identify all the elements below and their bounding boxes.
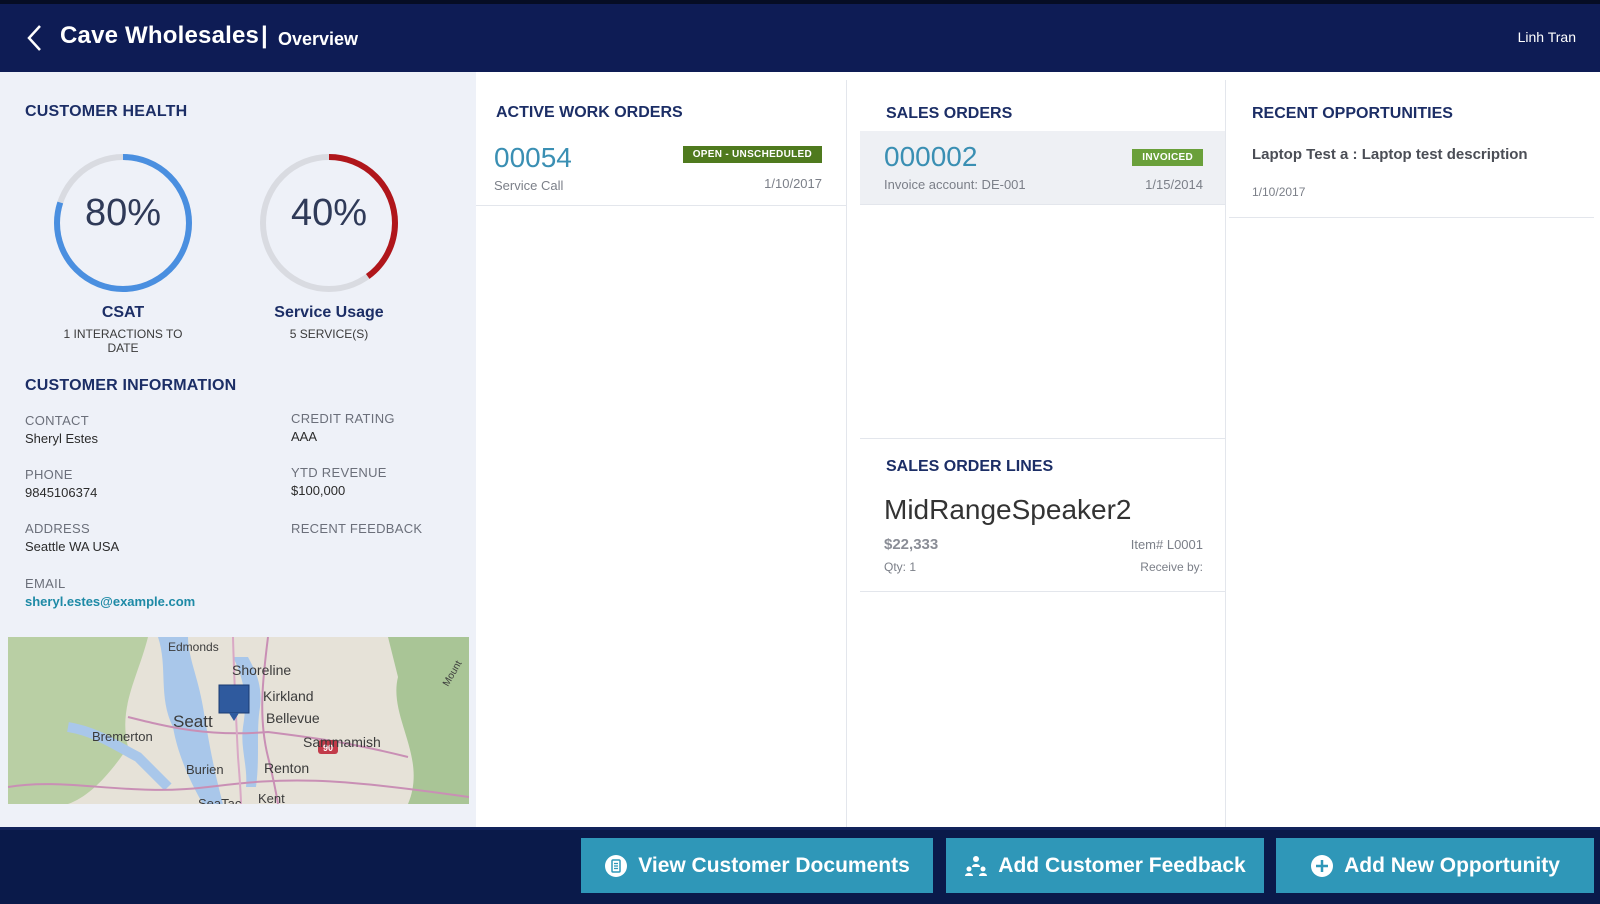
contact-field: CONTACT Sheryl Estes	[25, 413, 245, 446]
active-work-orders-title: ACTIVE WORK ORDERS	[496, 104, 683, 121]
email-label: EMAIL	[25, 576, 66, 591]
view-customer-documents-button[interactable]: View Customer Documents	[581, 838, 933, 893]
customer-information-title: CUSTOMER INFORMATION	[25, 377, 237, 394]
active-work-orders-column: ACTIVE WORK ORDERS 00054 OPEN - UNSCHEDU…	[476, 80, 846, 827]
plus-circle-icon	[1311, 854, 1334, 877]
work-order-card[interactable]: 00054 OPEN - UNSCHEDULED Service Call 1/…	[476, 136, 846, 206]
sales-orders-title: SALES ORDERS	[886, 105, 1013, 122]
service-usage-value: 40%	[290, 192, 368, 234]
line-price: $22,333	[884, 536, 939, 553]
opportunity-name[interactable]: Laptop Test a : Laptop test description	[1252, 146, 1528, 163]
map-place-label: Bremerton	[92, 729, 153, 744]
sales-order-date: 1/15/2014	[1145, 177, 1203, 192]
work-order-status-badge: OPEN - UNSCHEDULED	[682, 146, 822, 163]
product-name[interactable]: MidRangeSpeaker2	[884, 494, 1132, 526]
feedback-people-icon	[965, 855, 988, 876]
location-map[interactable]: 90 Edmonds Shoreline Kirkland Seatt Bellevue…	[8, 637, 469, 804]
add-new-opportunity-button[interactable]: Add New Opportunity	[1276, 838, 1594, 893]
map-place-label: Kirkland	[263, 688, 314, 704]
add-new-opportunity-label: Add New Opportunity	[1344, 853, 1560, 877]
page-title: Overview	[278, 29, 359, 49]
opportunity-date: 1/10/2017	[1252, 185, 1306, 199]
recent-opportunities-title: RECENT OPPORTUNITIES	[1252, 105, 1453, 122]
back-arrow-icon[interactable]	[22, 22, 48, 54]
map-place-label: Bellevue	[266, 710, 320, 726]
account-name: Cave Wholesales	[60, 22, 260, 49]
sales-order-card[interactable]: 000002 INVOICED Invoice account: DE-001 …	[860, 131, 1225, 205]
item-number: Item# L0001	[1130, 537, 1203, 552]
sales-order-number[interactable]: 000002	[884, 141, 977, 173]
map-place-label: SeaTac	[198, 796, 242, 804]
address-label: ADDRESS	[25, 521, 90, 536]
sales-order-lines-title: SALES ORDER LINES	[886, 458, 1054, 475]
csat-label: CSAT	[101, 304, 145, 321]
map-place-label: Edmonds	[168, 640, 219, 654]
left-panel: CUSTOMER HEALTH 80% CSAT 1 INTERACTIONS …	[0, 72, 476, 827]
column-divider	[846, 80, 847, 827]
map-place-label: Burien	[186, 762, 224, 777]
main-content: CUSTOMER HEALTH 80% CSAT 1 INTERACTIONS …	[0, 72, 1600, 827]
sales-order-status-badge: INVOICED	[1132, 149, 1203, 166]
map-place-label: Shoreline	[232, 662, 291, 678]
map-place-label: Sammamish	[303, 734, 381, 750]
column-divider	[1225, 80, 1226, 827]
view-customer-documents-label: View Customer Documents	[638, 853, 910, 877]
footer-divider	[0, 827, 1600, 830]
csat-interactions: 1 INTERACTIONS TO DATE	[63, 327, 183, 355]
documents-icon	[605, 854, 628, 877]
sales-order-account: Invoice account: DE-001	[884, 177, 1026, 192]
service-usage-label: Service Usage	[274, 304, 384, 321]
address-field: ADDRESS Seattle WA USA	[25, 521, 245, 554]
user-name[interactable]: Linh Tran	[1518, 29, 1576, 45]
work-order-number[interactable]: 00054	[494, 142, 572, 174]
sales-orders-column: SALES ORDERS 000002 INVOICED Invoice acc…	[860, 80, 1225, 827]
csat-value: 80%	[84, 192, 162, 234]
phone-field: PHONE 9845106374	[25, 467, 245, 500]
customer-health-title: CUSTOMER HEALTH	[25, 103, 188, 120]
service-count: 5 SERVICE(S)	[289, 327, 369, 341]
app-header: Cave Wholesales | Overview Linh Tran	[0, 4, 1600, 75]
address-value: Seattle WA USA	[25, 539, 120, 554]
title-separator: |	[261, 22, 268, 49]
contact-label: CONTACT	[25, 413, 89, 428]
add-customer-feedback-button[interactable]: Add Customer Feedback	[946, 838, 1264, 893]
opportunity-card[interactable]: Laptop Test a : Laptop test description …	[1229, 132, 1594, 218]
email-link[interactable]: sheryl.estes@example.com	[25, 594, 245, 609]
sales-order-line-card[interactable]: MidRangeSpeaker2 $22,333 Item# L0001 Qty…	[860, 486, 1225, 592]
action-footer: View Customer Documents Add Customer Fee…	[0, 827, 1600, 904]
add-customer-feedback-label: Add Customer Feedback	[998, 853, 1246, 877]
work-order-date: 1/10/2017	[764, 176, 822, 191]
section-divider	[860, 438, 1225, 439]
map-place-label: Kent	[258, 791, 285, 804]
phone-value[interactable]: 9845106374	[25, 485, 245, 500]
work-order-type: Service Call	[494, 178, 564, 193]
email-field: EMAIL sheryl.estes@example.com	[25, 576, 245, 609]
receive-by: Receive by:	[1140, 560, 1203, 574]
service-usage-gauge: 40% Service Usage 5 SERVICE(S)	[254, 148, 404, 341]
map-place-label: Seatt	[173, 712, 213, 731]
contact-value: Sheryl Estes	[25, 431, 98, 446]
phone-label: PHONE	[25, 467, 73, 482]
map-location-pin[interactable]	[218, 684, 250, 714]
line-quantity: Qty: 1	[884, 560, 917, 574]
csat-gauge: 80% CSAT 1 INTERACTIONS TO DATE	[48, 148, 198, 355]
recent-opportunities-column: RECENT OPPORTUNITIES Laptop Test a : Lap…	[1229, 80, 1594, 827]
map-place-label: Renton	[264, 760, 309, 776]
